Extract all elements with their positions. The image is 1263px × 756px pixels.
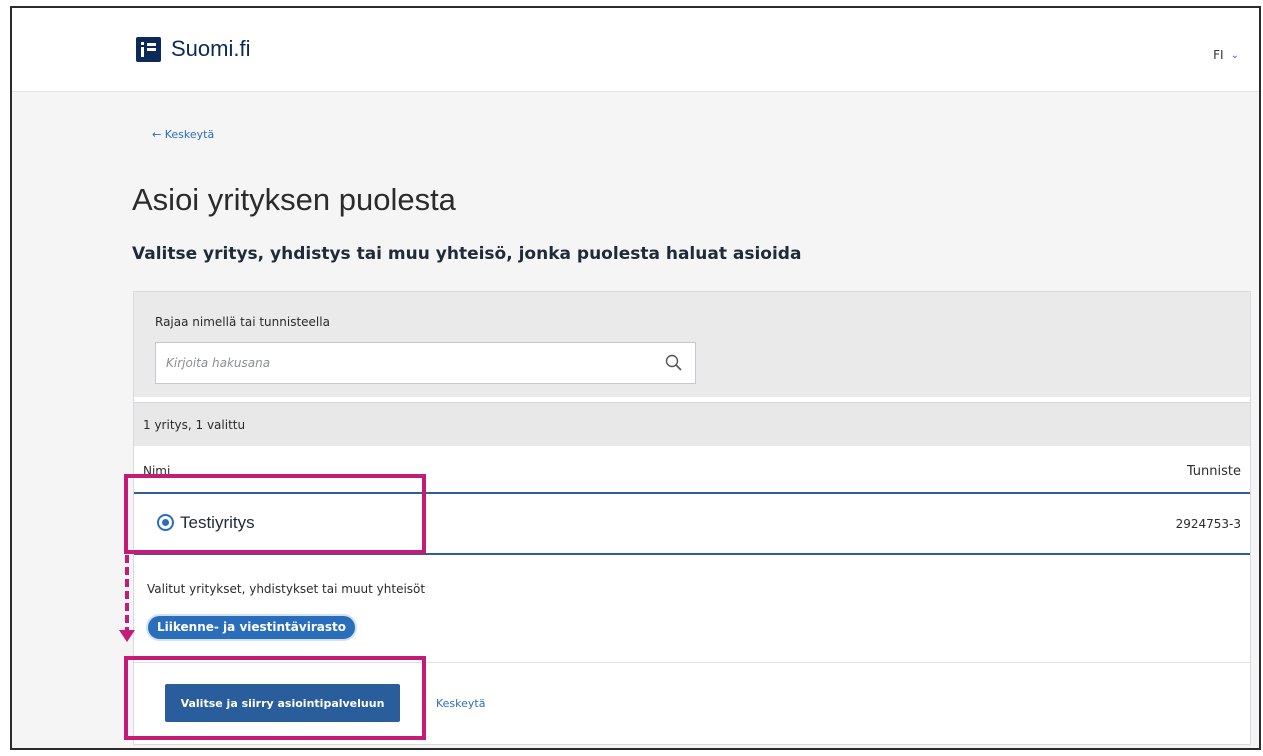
language-selector[interactable]: FI ⌄	[1213, 48, 1239, 62]
highlight-arrow-down-icon	[119, 630, 135, 642]
browser-frame: Suomi.fi FI ⌄ ← Keskeytä Asioi yrityksen…	[10, 6, 1261, 750]
page-subtitle: Valitse yritys, yhdistys tai muu yhteisö…	[132, 244, 802, 264]
suomi-fi-logo[interactable]: Suomi.fi	[136, 36, 250, 62]
search-icon[interactable]	[659, 348, 689, 378]
back-link[interactable]: ← Keskeytä	[152, 128, 214, 141]
arrow-left-icon: ←	[152, 128, 162, 141]
suomi-fi-logo-icon	[136, 36, 161, 62]
selected-company-chip[interactable]: Liikenne- ja viestintävirasto	[146, 614, 357, 641]
column-header-id[interactable]: Tunniste	[1187, 464, 1241, 479]
language-label: FI	[1213, 48, 1224, 62]
result-count-bar: 1 yritys, 1 valittu	[134, 402, 1250, 446]
search-box	[155, 342, 696, 384]
highlight-dashed-connector	[125, 555, 129, 635]
filter-label: Rajaa nimellä tai tunnisteella	[155, 315, 330, 329]
chevron-down-icon: ⌄	[1230, 49, 1239, 61]
site-header: Suomi.fi FI ⌄	[12, 8, 1259, 92]
search-input[interactable]	[156, 343, 659, 383]
company-id: 2924753-3	[1175, 517, 1241, 531]
page-title: Asioi yrityksen puolesta	[132, 182, 456, 217]
highlight-box-primary-button	[124, 656, 426, 740]
filter-area: Rajaa nimellä tai tunnisteella	[134, 292, 1250, 397]
result-count: 1 yritys, 1 valittu	[143, 418, 246, 432]
back-link-label: Keskeytä	[164, 128, 215, 141]
logo-text: Suomi.fi	[171, 36, 251, 61]
selected-label: Valitut yritykset, yhdistykset tai muut …	[147, 582, 426, 596]
cancel-link[interactable]: Keskeytä	[436, 697, 485, 710]
highlight-box-company-row	[124, 474, 426, 554]
